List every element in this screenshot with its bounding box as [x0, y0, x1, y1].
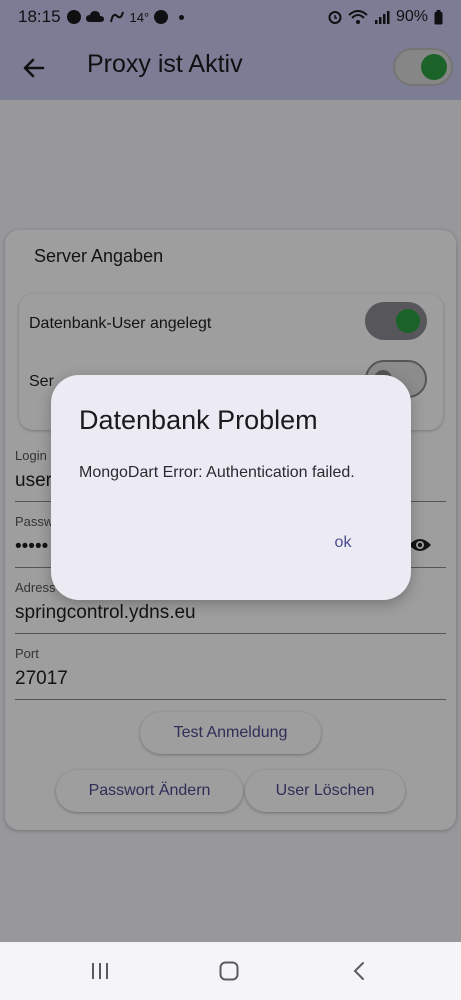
ok-button[interactable]: ok [319, 525, 367, 561]
recent-apps-button[interactable] [85, 956, 115, 986]
dialog-title: Datenbank Problem [79, 405, 318, 435]
dialog-message: MongoDart Error: Authentication failed. [79, 464, 355, 481]
recent-apps-icon [92, 963, 108, 979]
error-dialog: Datenbank Problem MongoDart Error: Authe… [51, 375, 411, 600]
home-icon [219, 961, 239, 981]
back-icon [353, 962, 364, 980]
navigation-bar [0, 942, 461, 1000]
home-button[interactable] [214, 956, 244, 986]
system-back-button[interactable] [344, 956, 374, 986]
